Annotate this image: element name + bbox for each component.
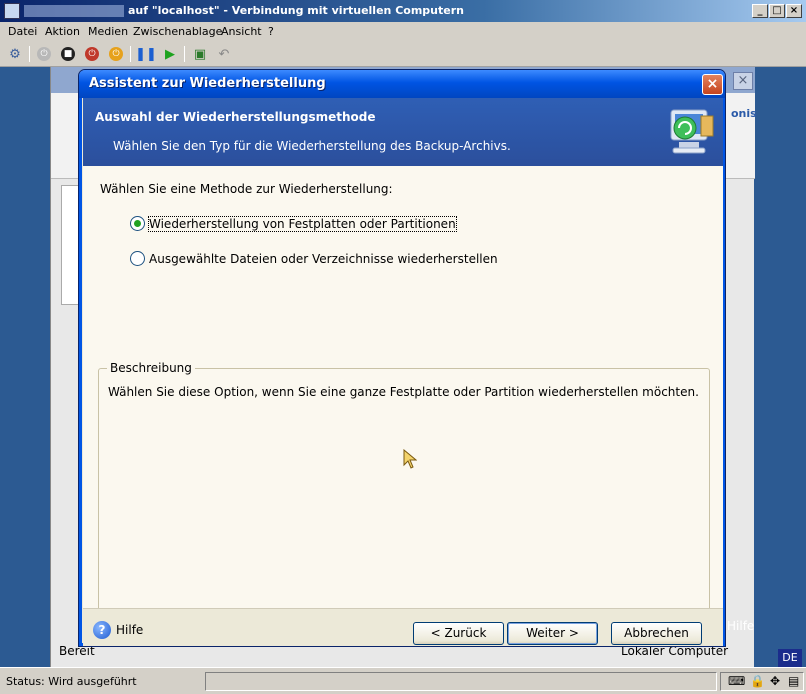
background-help-text: Hilfe <box>727 619 755 633</box>
help-icon[interactable]: ? <box>93 621 111 639</box>
checkpoint-icon[interactable]: ▣ <box>191 45 209 63</box>
start-icon[interactable]: ⏻ <box>35 45 53 63</box>
option-disk-partition[interactable]: Wiederherstellung von Festplatten oder P… <box>130 215 457 232</box>
menu-ansicht[interactable]: Ansicht <box>221 25 262 38</box>
language-badge[interactable]: DE <box>778 649 802 667</box>
cancel-button[interactable]: Abbrechen <box>611 622 702 645</box>
desktop-background <box>752 67 806 667</box>
dialog-title-bar: Assistent zur Wiederherstellung × <box>79 70 725 98</box>
background-close-icon: × <box>733 72 753 90</box>
menu-zwischenablage[interactable]: Zwischenablage <box>133 25 222 38</box>
lock-icon: 🔒 <box>750 674 765 688</box>
dialog-body: Wählen Sie eine Methode zur Wiederherste… <box>83 166 723 646</box>
toolbar-separator <box>29 46 30 62</box>
help-link[interactable]: ? Hilfe <box>93 621 143 639</box>
header-subtitle: Wählen Sie den Typ für die Wiederherstel… <box>113 139 511 153</box>
next-button[interactable]: Weiter > <box>507 622 598 645</box>
menu-medien[interactable]: Medien <box>88 25 128 38</box>
vm-connection-icon <box>4 3 20 19</box>
shutdown-icon[interactable]: ⏻ <box>83 45 101 63</box>
option-files-folders-label[interactable]: Ausgewählte Dateien oder Verzeichnisse w… <box>149 252 498 266</box>
toolbar-separator <box>130 46 131 62</box>
status-bar: Status: Wird ausgeführt ⌨ 🔒 ✥ ▤ <box>0 667 806 694</box>
stop-icon[interactable]: ■ <box>59 45 77 63</box>
back-button[interactable]: < Zurück <box>413 622 504 645</box>
menu-datei[interactable]: Datei <box>8 25 37 38</box>
dialog-footer: ? Hilfe < Zurück Weiter > Abbrechen <box>83 608 723 646</box>
header-title: Auswahl der Wiederherstellungsmethode <box>95 110 376 124</box>
resume-icon[interactable]: ▶ <box>161 45 179 63</box>
window-title: auf "localhost" - Verbindung mit virtuel… <box>128 4 464 17</box>
keyboard-icon: ⌨ <box>728 674 746 688</box>
ctrl-alt-del-icon[interactable]: ⚙ <box>6 45 24 63</box>
menu-help[interactable]: ? <box>268 25 274 38</box>
help-label[interactable]: Hilfe <box>116 623 143 637</box>
option-files-folders[interactable]: Ausgewählte Dateien oder Verzeichnisse w… <box>130 251 498 266</box>
maximize-button[interactable]: □ <box>769 4 785 18</box>
dialog-header: Auswahl der Wiederherstellungsmethode Wä… <box>83 98 723 166</box>
minimize-button[interactable]: _ <box>752 4 768 18</box>
restore-wizard-dialog: Assistent zur Wiederherstellung × Auswah… <box>78 69 726 647</box>
menu-aktion[interactable]: Aktion <box>45 25 80 38</box>
desktop-background <box>0 67 50 667</box>
dialog-close-button[interactable]: × <box>702 74 723 95</box>
menu-bar: Datei Aktion Medien Zwischenablage Ansic… <box>0 22 806 41</box>
description-group: Beschreibung Wählen Sie diese Option, we… <box>98 361 710 646</box>
redacted-vm-name <box>24 5 124 17</box>
method-prompt: Wählen Sie eine Methode zur Wiederherste… <box>100 182 393 196</box>
radio-button-unchecked[interactable] <box>130 251 145 266</box>
description-text: Wählen Sie diese Option, wenn Sie eine g… <box>108 385 699 399</box>
toolbar: ⚙ ⏻ ■ ⏻ ⏻ ❚❚ ▶ ▣ ↶ <box>0 41 806 67</box>
revert-icon[interactable]: ↶ <box>215 45 233 63</box>
network-icon: ▤ <box>788 674 800 688</box>
background-brand-text: onis <box>731 107 757 120</box>
window-title-bar: auf "localhost" - Verbindung mit virtuel… <box>0 0 806 22</box>
radio-button-checked[interactable] <box>130 216 145 231</box>
status-cell <box>205 672 717 691</box>
vm-screen[interactable]: × onis Hilfe Bereit Lokaler Computer DE … <box>0 67 806 667</box>
status-text: Status: Wird ausgeführt <box>6 675 137 688</box>
dialog-title: Assistent zur Wiederherstellung <box>89 76 326 91</box>
description-title: Beschreibung <box>107 361 195 375</box>
power-icon[interactable]: ⏻ <box>107 45 125 63</box>
mouse-cursor-icon <box>403 449 417 469</box>
mouse-capture-icon: ✥ <box>770 674 781 688</box>
toolbar-separator <box>184 46 185 62</box>
option-disk-partition-label[interactable]: Wiederherstellung von Festplatten oder P… <box>148 215 457 232</box>
restore-computer-icon <box>670 109 714 154</box>
close-button[interactable]: × <box>786 4 802 18</box>
pause-icon[interactable]: ❚❚ <box>135 45 157 63</box>
